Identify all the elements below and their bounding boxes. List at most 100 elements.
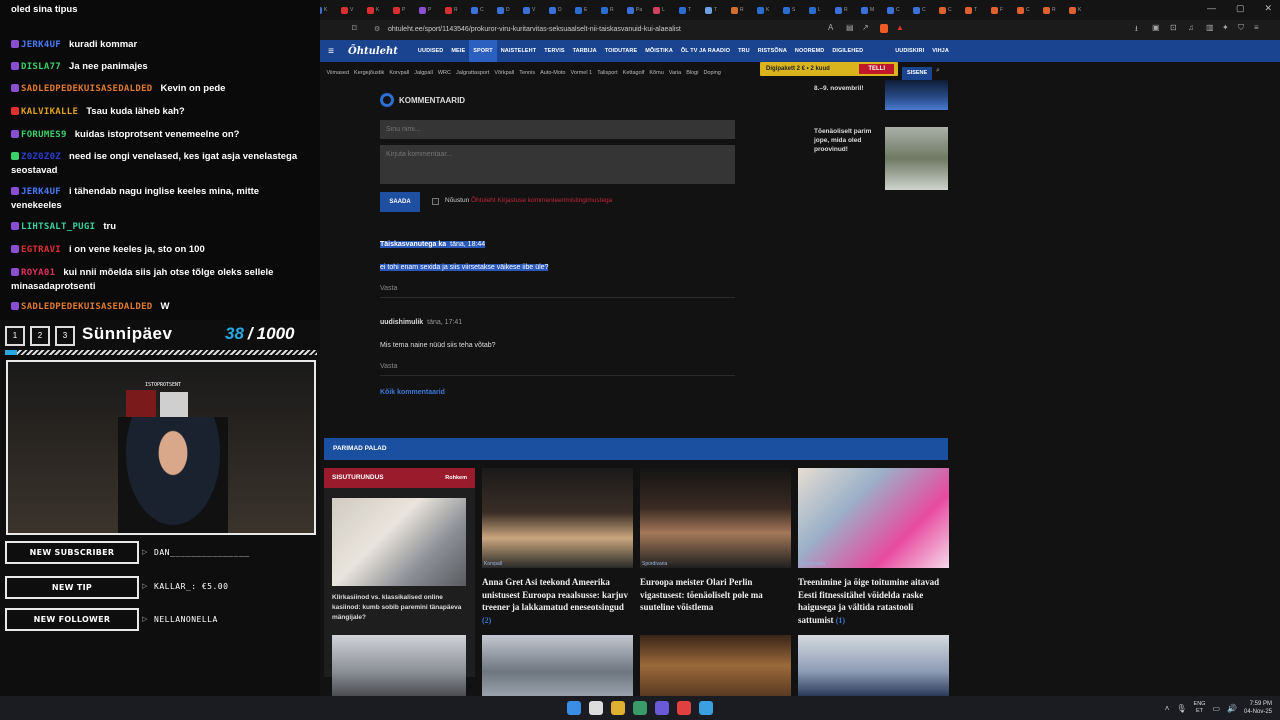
subnav-item[interactable]: Võrkpall <box>492 70 517 76</box>
subnav-item[interactable]: Talisport <box>595 70 620 76</box>
search-icon[interactable]: ⌕ <box>936 67 940 75</box>
nav-item-tervis[interactable]: TERVIS <box>540 48 568 54</box>
nav-item-vihja[interactable]: VIHJA <box>928 48 953 54</box>
close-window-button[interactable]: ✕ <box>1264 3 1272 14</box>
windows-start-icon[interactable] <box>567 701 581 715</box>
name-input[interactable] <box>380 120 735 139</box>
volume-icon[interactable]: 🔊 <box>1227 704 1237 713</box>
subnav-item[interactable]: Viimased <box>324 70 352 76</box>
browser-tab[interactable]: S <box>780 3 801 17</box>
file-explorer-icon[interactable] <box>611 701 625 715</box>
subnav-item[interactable]: WRC <box>435 70 453 76</box>
browser-tab[interactable]: E <box>572 3 593 17</box>
browser-tab[interactable]: C <box>468 3 489 17</box>
browser-tab[interactable]: P <box>390 3 411 17</box>
promo-banner[interactable]: Digipakett 2 € • 2 kuud TELLI <box>760 62 898 76</box>
site-info-icon[interactable]: ⚙ <box>374 23 380 37</box>
subnav-item[interactable]: Vormel 1 <box>568 70 595 76</box>
nav-item-digilehed[interactable]: DIGILEHED <box>828 48 867 54</box>
maximize-button[interactable]: ▢ <box>1236 3 1245 14</box>
media-icon[interactable]: ♫ <box>1188 23 1194 32</box>
story-image[interactable] <box>482 635 633 696</box>
story-card[interactable]: Spordivaria Treenimine ja õige toitumine… <box>798 468 949 627</box>
leo-icon[interactable]: ✦ <box>1222 23 1229 32</box>
screenshot-icon[interactable]: ▣ <box>1152 23 1160 32</box>
nav-item-uudiskiri[interactable]: UUDISKIRI <box>891 48 928 54</box>
browser-tab[interactable]: T <box>962 3 983 17</box>
browser-tab[interactable]: L <box>650 3 671 17</box>
menu-icon[interactable]: ≡ <box>1254 23 1259 32</box>
subnav-item[interactable]: Jalgpall <box>412 70 436 76</box>
browser-tab[interactable]: R <box>1040 3 1061 17</box>
site-logo[interactable]: Õhtuleht <box>348 46 398 57</box>
browser-tab[interactable]: C <box>936 3 957 17</box>
story-card[interactable]: Korvpall Anna Gret Asi teekond Ameerika … <box>482 468 633 627</box>
terms-checkbox[interactable] <box>432 198 439 205</box>
vpn-icon[interactable]: ⛉ <box>1238 23 1244 33</box>
wallet-icon[interactable]: ⊡ <box>1170 23 1177 32</box>
subnav-item[interactable]: Tennis <box>517 70 538 76</box>
browser-tab[interactable]: K <box>364 3 385 17</box>
more-link[interactable]: Rohkem <box>445 468 467 488</box>
discord-icon[interactable] <box>655 701 669 715</box>
story-card[interactable]: Spordivaria Euroopa meister Olari Perlin… <box>640 468 791 615</box>
browser-tab[interactable]: M <box>858 3 879 17</box>
translate-icon[interactable]: A <box>828 23 833 32</box>
browser-tab[interactable]: C <box>1014 3 1035 17</box>
nav-item-tarbija[interactable]: TARBIJA <box>569 48 601 54</box>
hamburger-menu-icon[interactable]: ≡ <box>324 46 338 57</box>
subnav-item[interactable]: Kergejõustik <box>352 70 387 76</box>
rail-item[interactable]: 8.–9. novembril! <box>807 80 949 114</box>
all-comments-link[interactable]: Kõik kommentaarid <box>380 389 445 396</box>
nav-item-tru[interactable]: TRU <box>734 48 754 54</box>
terms-link[interactable]: Õhtuleht Kirjastuse kommenteerimistingim… <box>471 197 612 204</box>
browser-tab[interactable]: V <box>338 3 359 17</box>
browser-tab[interactable]: R <box>598 3 619 17</box>
sidebar-icon[interactable]: ▥ <box>1206 23 1214 32</box>
language-indicator[interactable]: ENG ET <box>1194 701 1206 715</box>
story-image[interactable] <box>332 635 466 696</box>
brave-shield-icon[interactable] <box>880 24 888 33</box>
spotify-icon[interactable] <box>633 701 647 715</box>
submit-comment-button[interactable]: SAADA <box>380 192 420 212</box>
nav-item-meie[interactable]: MEIE <box>447 48 469 54</box>
subscribe-button[interactable]: TELLI <box>859 64 894 74</box>
network-icon[interactable]: ▭ <box>1212 704 1220 713</box>
browser-tab[interactable]: Pa <box>624 3 645 17</box>
minimize-button[interactable]: — <box>1207 3 1216 14</box>
reader-icon[interactable]: ▤ <box>846 23 854 32</box>
browser-tab[interactable]: C <box>910 3 931 17</box>
subnav-item[interactable]: Jalgrattasport <box>453 70 491 76</box>
browser-tab[interactable]: C <box>884 3 905 17</box>
share-icon[interactable]: ↗ <box>862 23 869 32</box>
browser-tab[interactable]: D <box>494 3 515 17</box>
browser-tab[interactable]: K <box>1066 3 1087 17</box>
rewards-icon[interactable]: ▲ <box>896 23 904 32</box>
nav-item-uudised[interactable]: UUDISED <box>414 48 447 54</box>
download-icon[interactable]: ⭳ <box>1135 23 1138 37</box>
subnav-item[interactable]: Doping <box>701 70 723 76</box>
browser-tab[interactable]: R <box>728 3 749 17</box>
subnav-item[interactable]: Korvpall <box>387 70 412 76</box>
steam-icon[interactable] <box>699 701 713 715</box>
story-image[interactable] <box>640 635 791 696</box>
subnav-item[interactable]: Kettagolf <box>620 70 647 76</box>
nav-item-sport[interactable]: SPORT <box>469 40 497 62</box>
browser-tab[interactable]: F <box>988 3 1009 17</box>
browser-tab[interactable]: T <box>702 3 723 17</box>
browser-tab[interactable]: K <box>754 3 775 17</box>
brave-browser-icon[interactable] <box>677 701 691 715</box>
browser-tab[interactable]: L <box>806 3 827 17</box>
search-icon[interactable] <box>589 701 603 715</box>
comment-input[interactable] <box>380 145 735 184</box>
browser-tab[interactable]: D <box>546 3 567 17</box>
subnav-item[interactable]: Auto-Moto <box>538 70 568 76</box>
browser-tab[interactable]: P <box>416 3 437 17</box>
nav-item-naisteleht[interactable]: NAISTELEHT <box>497 48 541 54</box>
browser-tab[interactable]: T <box>676 3 697 17</box>
browser-tab[interactable]: V <box>520 3 541 17</box>
chevron-up-icon[interactable]: ˄ <box>1165 704 1170 713</box>
subnav-item[interactable]: Varia <box>666 70 683 76</box>
reply-link[interactable]: Vasta <box>380 363 735 370</box>
browser-tab[interactable]: R <box>832 3 853 17</box>
